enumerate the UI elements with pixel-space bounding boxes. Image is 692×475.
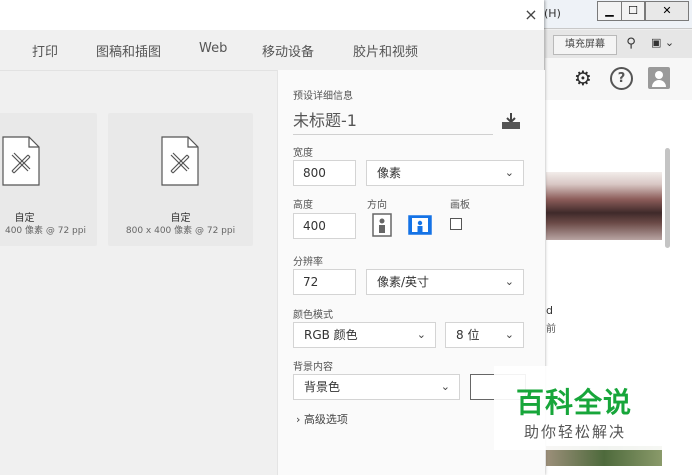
section-label: 预设详细信息 bbox=[293, 91, 353, 102]
custom-document-icon bbox=[2, 136, 40, 186]
height-input[interactable]: 400 bbox=[293, 213, 356, 239]
side-text: 前 bbox=[546, 324, 556, 335]
resolution-unit-value: 像素/英寸 bbox=[377, 275, 430, 289]
chevron-down-icon: ⌄ bbox=[504, 275, 514, 288]
preset-title: 自定 bbox=[170, 213, 191, 224]
preset-subtitle: 400 像素 @ 72 ppi bbox=[4, 226, 86, 236]
chevron-down-icon: ⌄ bbox=[504, 328, 514, 341]
background-content-select[interactable]: 背景色 ⌄ bbox=[293, 374, 460, 400]
chevron-down-icon: ⌄ bbox=[504, 166, 514, 179]
landscape-thumbnail[interactable] bbox=[546, 172, 662, 240]
width-unit-value: 像素 bbox=[377, 166, 402, 180]
resolution-input[interactable]: 72 bbox=[293, 269, 356, 295]
bit-depth-value: 8 位 bbox=[456, 328, 480, 342]
custom-document-icon bbox=[161, 136, 199, 186]
chevron-down-icon: ⌄ bbox=[416, 328, 426, 341]
background-content-value: 背景色 bbox=[304, 380, 341, 394]
height-label: 高度 bbox=[293, 200, 313, 211]
search-icon[interactable]: ⚲ bbox=[622, 36, 640, 52]
artboard-checkbox[interactable] bbox=[450, 218, 462, 230]
watermark-title: 百科全说 bbox=[516, 386, 633, 419]
tab-film-video[interactable]: 胶片和视频 bbox=[353, 41, 418, 60]
scrollbar[interactable] bbox=[665, 148, 670, 248]
user-avatar-icon[interactable] bbox=[648, 67, 670, 89]
fill-screen-button[interactable]: 填充屏幕 bbox=[553, 35, 617, 55]
view-toggle-icon[interactable]: ▣ ⌄ bbox=[651, 36, 681, 52]
artboard-label: 画板 bbox=[450, 200, 470, 211]
dialog-topbar bbox=[0, 0, 544, 30]
close-icon[interactable]: × bbox=[522, 6, 540, 24]
help-icon[interactable]: ? bbox=[610, 67, 633, 90]
tab-art-illustration[interactable]: 图稿和插图 bbox=[96, 41, 161, 60]
side-text: d bbox=[546, 304, 553, 317]
preset-card[interactable]: 自定 400 像素 @ 72 ppi bbox=[0, 113, 97, 246]
chevron-right-icon: › bbox=[296, 413, 301, 426]
width-label: 宽度 bbox=[293, 148, 313, 159]
save-preset-icon[interactable] bbox=[500, 112, 522, 130]
maximize-button[interactable]: ☐ bbox=[621, 1, 645, 21]
bit-depth-select[interactable]: 8 位 ⌄ bbox=[445, 322, 524, 348]
landscape-orientation-icon[interactable] bbox=[408, 215, 432, 235]
color-mode-select[interactable]: RGB 颜色 ⌄ bbox=[293, 322, 436, 348]
gear-icon[interactable]: ⚙ bbox=[574, 66, 592, 90]
chevron-down-icon: ⌄ bbox=[440, 380, 450, 393]
width-unit-select[interactable]: 像素 ⌄ bbox=[366, 160, 524, 186]
portrait-orientation-icon[interactable] bbox=[372, 213, 392, 237]
tab-mobile[interactable]: 移动设备 bbox=[262, 41, 314, 60]
tab-print[interactable]: 打印 bbox=[32, 41, 58, 60]
width-input[interactable]: 800 bbox=[293, 160, 356, 186]
resolution-label: 分辨率 bbox=[293, 257, 323, 268]
color-mode-label: 颜色模式 bbox=[293, 310, 333, 321]
preset-card[interactable]: 自定 800 x 400 像素 @ 72 ppi bbox=[108, 113, 253, 246]
advanced-options-label: 高级选项 bbox=[303, 413, 348, 426]
new-document-dialog: × 打印 图稿和插图 Web 移动设备 胶片和视频 自定 400 像素 @ 72… bbox=[0, 0, 545, 475]
help-menu[interactable]: (H) bbox=[544, 7, 561, 20]
watermark-subtitle: 助你轻松解决 bbox=[524, 423, 627, 441]
preset-title: 自定 bbox=[14, 213, 35, 224]
minimize-button[interactable]: ▁ bbox=[597, 1, 622, 21]
preset-subtitle: 800 x 400 像素 @ 72 ppi bbox=[125, 226, 236, 236]
color-mode-value: RGB 颜色 bbox=[304, 328, 358, 342]
orientation-label: 方向 bbox=[367, 200, 387, 211]
window-close-button[interactable]: ✕ bbox=[645, 1, 689, 21]
tab-web[interactable]: Web bbox=[199, 41, 227, 56]
document-name-field[interactable]: 未标题-1 bbox=[293, 108, 493, 135]
resolution-unit-select[interactable]: 像素/英寸 ⌄ bbox=[366, 269, 524, 295]
advanced-options-toggle[interactable]: › 高级选项 bbox=[296, 411, 348, 427]
background-label: 背景内容 bbox=[293, 362, 333, 373]
